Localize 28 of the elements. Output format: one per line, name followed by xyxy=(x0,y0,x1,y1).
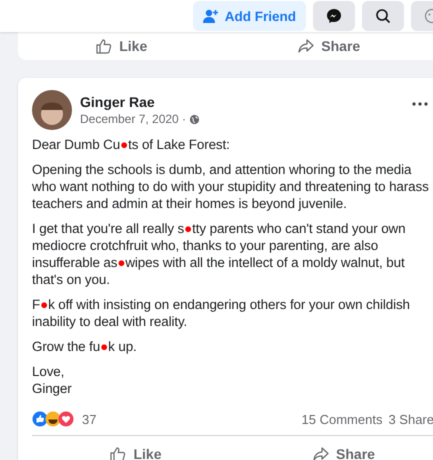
search-icon xyxy=(375,8,391,24)
reaction-icons xyxy=(32,411,76,427)
avatar xyxy=(32,90,72,130)
share-button[interactable]: Share xyxy=(226,32,433,60)
more-icon xyxy=(412,102,428,106)
author-name[interactable]: Ginger Rae xyxy=(80,94,400,110)
add-person-icon xyxy=(202,9,219,23)
like-button[interactable]: Like xyxy=(32,438,240,460)
post-paragraph: F●k off with insisting on endangering others for your own childish inability to deal with reality. xyxy=(32,296,411,330)
post-paragraph: Opening the schools is dumb, and attention whoring to the media who want nothing to do with your stupidity and threatening to harass teachers and admin at their homes is beyond juvenile. xyxy=(32,161,430,212)
comments-count[interactable]: 15 Comments xyxy=(302,412,382,426)
search-button[interactable] xyxy=(362,1,404,31)
post-paragraph: Love, Ginger xyxy=(32,363,73,397)
messenger-button[interactable] xyxy=(313,1,355,31)
add-friend-button[interactable]: Add Friend xyxy=(192,1,306,31)
messenger-icon xyxy=(326,8,342,24)
reaction-count[interactable]: 37 xyxy=(82,412,96,426)
like-button[interactable]: Like xyxy=(18,32,226,60)
share-arrow-icon xyxy=(313,447,330,460)
thumbs-up-icon xyxy=(96,38,112,54)
share-arrow-icon xyxy=(298,39,314,53)
post-date[interactable]: December 7, 2020 · xyxy=(80,112,186,126)
thumbs-up-icon xyxy=(110,446,126,460)
post-paragraph: Dear Dumb Cu●ts of Lake Forest: xyxy=(32,136,231,153)
share-button[interactable]: Share xyxy=(240,438,433,460)
globe-icon xyxy=(189,114,200,124)
post-paragraph: Grow the fu●k up. xyxy=(32,338,138,355)
post-paragraph: I get that you're all really s●tty parents who can't stand your own mediocre crotchfruit who, thanks to your parenting, are also insufferable as●wipes with all the intellect of a moldy walnut, but that's on you. xyxy=(32,220,406,288)
